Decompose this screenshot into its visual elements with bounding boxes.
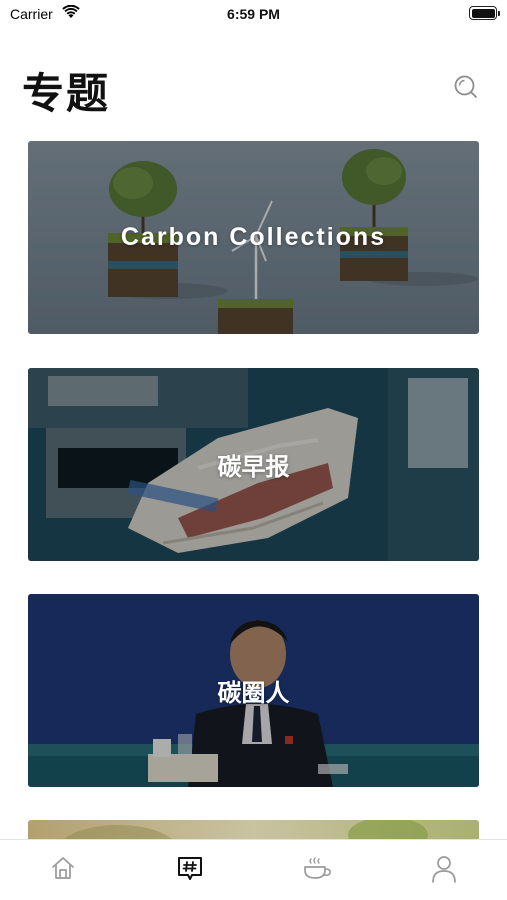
coffee-cup-icon (304, 857, 331, 879)
page-title: 专题 (22, 69, 111, 118)
topic-card-carbon-morning-news[interactable]: 碳早报 (28, 368, 479, 561)
status-time: 6:59 PM (227, 6, 280, 22)
battery-icon (469, 6, 500, 20)
home-icon (52, 857, 75, 879)
tab-topics[interactable] (127, 840, 254, 900)
card-title: Carbon Collections (120, 223, 387, 251)
tab-home[interactable] (0, 840, 127, 900)
topic-hash-icon (178, 857, 203, 880)
tab-bar (0, 839, 507, 900)
card-title: 碳早报 (217, 453, 290, 481)
topic-card-carbon-people[interactable]: 碳圈人 (28, 594, 479, 787)
tab-coffee[interactable] (254, 840, 381, 900)
topic-card-carbon-collections[interactable]: Carbon Collections (28, 141, 479, 334)
card-title: 碳圈人 (217, 679, 290, 707)
search-icon (454, 75, 477, 98)
status-bar: Carrier 6:59 PM (0, 0, 507, 30)
search-button[interactable] (452, 73, 480, 101)
profile-icon (431, 856, 456, 883)
tab-profile[interactable] (380, 840, 507, 900)
